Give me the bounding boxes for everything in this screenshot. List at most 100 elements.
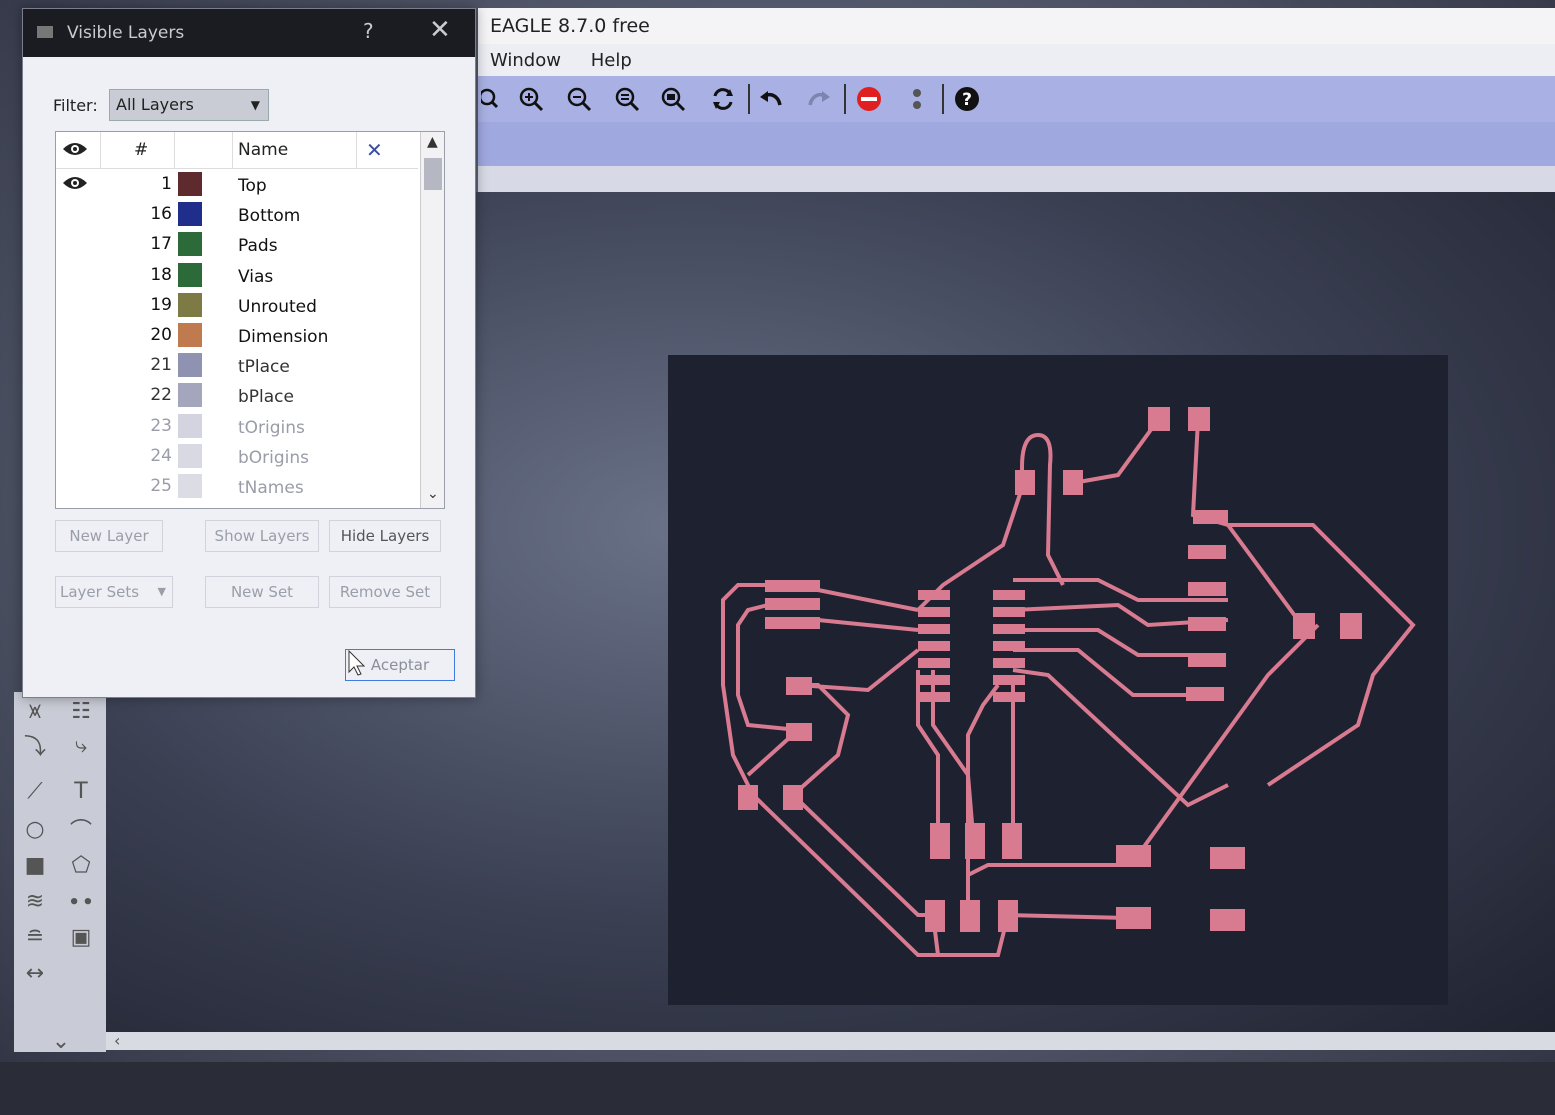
layer-color-swatch[interactable] [178,232,202,257]
layer-row[interactable]: 18 Vias [56,261,418,291]
visibility-eye-icon[interactable] [62,355,88,373]
polygon-tool-icon[interactable]: ⬠ [64,850,98,880]
layer-color-swatch[interactable] [178,353,202,378]
status-strip [478,166,1555,192]
column-name[interactable]: Name [238,140,288,160]
layer-sets-dropdown[interactable]: Layer Sets ▼ [55,576,173,608]
pcb-traces [721,407,1416,957]
tool-palette: ⩙ ☷ ⤵ ⤷ ⟋ T ○ ⌒ ■ ⬠ ≋ ∙∙ ≘ ▣ ↔ ⌄ [14,692,106,1054]
layer-stack-icon[interactable]: ≋ [18,886,52,916]
eye-icon[interactable] [62,140,88,163]
text-tool-icon[interactable]: T [64,776,98,806]
redraw-icon[interactable] [708,84,738,114]
layer-color-swatch[interactable] [178,172,202,196]
visibility-eye-icon[interactable] [62,204,88,222]
via-tool-icon[interactable]: ∙∙ [64,886,98,916]
arc-tool-icon[interactable]: ⌒ [64,814,98,844]
drc-tool-icon[interactable]: ≘ [18,922,52,952]
layer-row[interactable]: 21 tPlace [56,351,418,381]
rect-tool-icon[interactable]: ■ [18,850,52,880]
circle-tool-icon[interactable]: ○ [18,814,52,844]
help-icon[interactable]: ? [952,84,982,114]
dimension-tool-icon[interactable]: ↔ [18,958,52,988]
layer-row[interactable]: 20 Dimension [56,321,418,351]
header-divider [174,132,175,168]
layer-row[interactable]: 25 tNames [56,472,418,502]
remove-set-button[interactable]: Remove Set [329,576,441,608]
route-tool-icon[interactable]: ⤵ [18,730,52,760]
zoom-partial-icon[interactable] [478,84,508,114]
layer-list[interactable]: # Name ✕ 1 Top 16 Bottom 17 Pads 18 Vias 19 Unrou… [55,131,445,509]
go-icon[interactable] [902,84,932,114]
pcb-board[interactable] [668,355,1448,1005]
layer-color-swatch[interactable] [178,443,202,468]
show-layers-button[interactable]: Show Layers [205,520,319,552]
redo-icon[interactable] [804,84,834,114]
toolbar-separator [748,84,750,114]
layer-row[interactable]: 17 Pads [56,230,418,260]
ripup-tool-icon[interactable]: ⤷ [64,730,98,760]
chevron-down-icon: ▼ [157,585,166,598]
zoom-in-icon[interactable] [516,84,546,114]
line-tool-icon[interactable]: ⟋ [18,776,52,806]
layer-name: tOrigins [238,417,305,438]
layer-color-swatch[interactable] [178,262,202,287]
expand-tools-icon[interactable]: ⌄ [44,1026,78,1056]
layer-list-scrollbar[interactable]: ▲ ⌄ [420,132,444,508]
filter-select[interactable]: All Layers ▼ [109,89,269,121]
hide-layers-button[interactable]: Hide Layers [329,520,441,552]
layer-row[interactable]: 22 bPlace [56,381,418,411]
scroll-down-icon[interactable]: ⌄ [427,486,439,502]
visibility-eye-icon[interactable] [62,174,88,192]
menu-help[interactable]: Help [579,44,644,77]
visible-layers-dialog: Visible Layers ? ✕ Filter: All Layers ▼ … [22,8,476,698]
zoom-fit-icon[interactable] [612,84,642,114]
layer-name: Pads [238,236,278,257]
horizontal-scrollbar[interactable]: ‹ [106,1032,1555,1050]
layer-row[interactable]: 19 Unrouted [56,291,418,321]
visibility-eye-icon[interactable] [62,385,88,403]
wire-tool-icon[interactable]: ⩙ [18,696,52,726]
layer-color-swatch[interactable] [178,323,202,347]
main-window-title: EAGLE 8.7.0 free [478,8,1555,44]
zoom-select-icon[interactable] [660,84,690,114]
zoom-out-icon[interactable] [564,84,594,114]
scroll-thumb[interactable] [424,158,442,190]
menu-window[interactable]: Window [478,44,573,77]
scroll-up-icon[interactable]: ▲ [427,134,438,150]
undo-icon[interactable] [756,84,786,114]
visibility-eye-icon[interactable] [62,265,88,283]
layer-row[interactable]: 1 Top [56,170,418,200]
help-button[interactable]: ? [363,19,374,43]
scroll-left-icon[interactable]: ‹ [106,1031,120,1050]
column-number[interactable]: # [134,140,148,160]
layer-color-swatch[interactable] [178,413,202,438]
layer-color-swatch[interactable] [178,474,202,498]
visibility-eye-icon[interactable] [62,446,88,464]
layer-number: 21 [150,355,172,376]
board-tool-icon[interactable]: ▣ [64,922,98,952]
new-layer-button[interactable]: New Layer [55,520,163,552]
clear-column-icon[interactable]: ✕ [366,138,383,162]
visibility-eye-icon[interactable] [62,416,88,434]
window-title-text: EAGLE 8.7.0 free [490,15,650,37]
stop-icon[interactable] [854,84,884,114]
visibility-eye-icon[interactable] [62,234,88,252]
visibility-eye-icon[interactable] [62,476,88,494]
layer-color-swatch[interactable] [178,202,202,227]
taskbar [0,1062,1555,1115]
new-set-button[interactable]: New Set [205,576,319,608]
visibility-eye-icon[interactable] [62,295,88,313]
layer-row[interactable]: 16 Bottom [56,200,418,230]
layer-name: tPlace [238,357,290,378]
layer-name: bOrigins [238,447,310,468]
close-button[interactable]: ✕ [429,15,451,45]
layer-color-swatch[interactable] [178,292,202,317]
layer-number: 25 [150,476,172,496]
align-tool-icon[interactable]: ☷ [64,696,98,726]
layer-row[interactable]: 23 tOrigins [56,412,418,442]
layer-name: Top [238,176,267,196]
visibility-eye-icon[interactable] [62,325,88,343]
layer-row[interactable]: 24 bOrigins [56,442,418,472]
layer-color-swatch[interactable] [178,383,202,408]
